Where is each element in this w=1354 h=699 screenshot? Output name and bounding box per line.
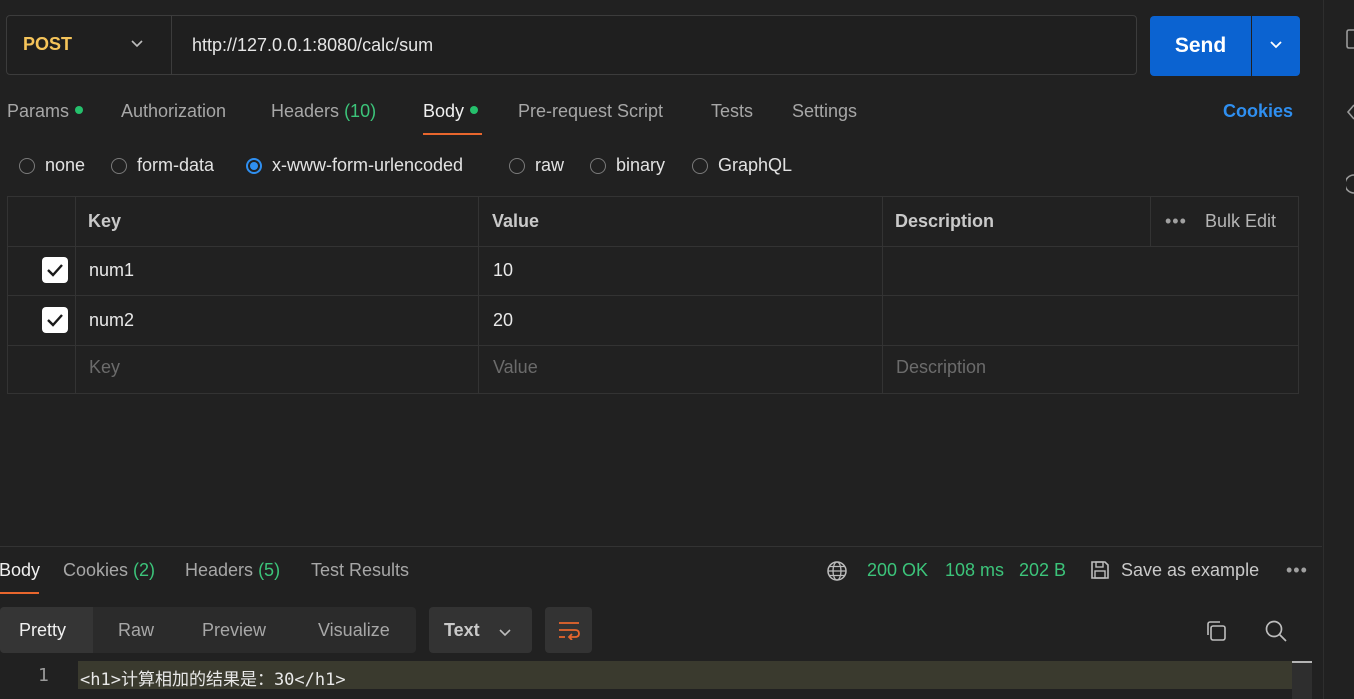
wrap-lines-button[interactable] xyxy=(545,607,592,653)
tab-headers[interactable]: Headers (10) xyxy=(271,101,376,122)
url-input[interactable]: http://127.0.0.1:8080/calc/sum xyxy=(192,35,433,56)
wrap-lines-icon xyxy=(558,622,580,640)
checkmark-icon xyxy=(47,314,63,327)
send-options-button[interactable] xyxy=(1252,16,1300,76)
view-visualize[interactable]: Visualize xyxy=(318,620,390,641)
row-checkbox[interactable] xyxy=(42,307,68,333)
description-placeholder[interactable]: Description xyxy=(896,357,986,378)
view-preview[interactable]: Preview xyxy=(202,620,266,641)
column-divider xyxy=(75,196,76,394)
table-divider xyxy=(7,246,1299,247)
row-key[interactable]: num2 xyxy=(89,310,134,331)
chevron-down-icon xyxy=(498,625,512,643)
column-divider xyxy=(1150,196,1151,246)
tab-label: Headers xyxy=(185,560,254,580)
response-divider xyxy=(0,546,1322,547)
cookies-count: (2) xyxy=(133,560,156,580)
column-header-description: Description xyxy=(895,211,995,231)
response-tab-body[interactable]: Body xyxy=(0,560,40,581)
url-bar xyxy=(6,15,1137,75)
more-options-icon[interactable]: ••• xyxy=(1286,560,1308,581)
tab-params[interactable]: Params xyxy=(7,101,84,122)
radio-circle-icon xyxy=(692,157,708,174)
active-dot-icon xyxy=(75,106,84,115)
tab-settings[interactable]: Settings xyxy=(792,101,857,122)
send-button[interactable]: Send xyxy=(1150,16,1251,76)
column-header-key: Key xyxy=(88,211,122,231)
radio-circle-icon xyxy=(509,157,525,174)
format-label: Text xyxy=(444,620,480,640)
radio-label: GraphQL xyxy=(718,155,793,175)
response-tab-test-results[interactable]: Test Results xyxy=(311,560,409,581)
response-tab-cookies[interactable]: Cookies (2) xyxy=(63,560,155,581)
radio-binary[interactable]: binary xyxy=(590,155,665,176)
scrollbar[interactable] xyxy=(1292,661,1312,699)
checkmark-icon xyxy=(47,264,63,277)
cookies-link[interactable]: Cookies xyxy=(1223,101,1293,122)
response-tab-headers[interactable]: Headers (5) xyxy=(185,560,280,581)
row-value[interactable]: 20 xyxy=(493,310,513,331)
column-header-value: Value xyxy=(492,211,540,231)
tab-label: Headers xyxy=(271,101,340,121)
radio-circle-icon xyxy=(111,157,127,174)
tab-authorization[interactable]: Authorization xyxy=(121,101,226,122)
column-divider xyxy=(478,196,479,394)
radio-graphql[interactable]: GraphQL xyxy=(692,155,792,176)
tab-label: Params xyxy=(7,101,70,121)
radio-circle-icon xyxy=(19,157,35,174)
active-dot-icon xyxy=(470,106,479,115)
url-divider xyxy=(171,16,172,74)
row-key[interactable]: num1 xyxy=(89,260,134,281)
info-icon[interactable] xyxy=(1344,173,1354,200)
tab-body[interactable]: Body xyxy=(423,101,479,122)
row-value[interactable]: 10 xyxy=(493,260,513,281)
active-tab-underline xyxy=(0,592,39,594)
method-select[interactable]: POST xyxy=(23,34,72,55)
table-divider xyxy=(7,295,1299,296)
radio-selected-icon xyxy=(246,157,262,174)
right-panel-divider xyxy=(1323,0,1324,699)
docs-icon[interactable] xyxy=(1346,28,1354,55)
radio-label: form-data xyxy=(137,155,215,175)
search-icon[interactable] xyxy=(1264,619,1288,648)
chevron-down-icon xyxy=(1269,37,1283,55)
view-pretty[interactable]: Pretty xyxy=(19,620,66,641)
headers-count: (10) xyxy=(344,101,377,121)
radio-label: raw xyxy=(535,155,565,175)
radio-label: none xyxy=(45,155,86,175)
key-placeholder[interactable]: Key xyxy=(89,357,120,378)
radio-none[interactable]: none xyxy=(19,155,85,176)
chevron-down-icon[interactable] xyxy=(130,36,144,54)
active-tab-underline xyxy=(423,133,482,135)
view-raw[interactable]: Raw xyxy=(118,620,154,641)
radio-label: binary xyxy=(616,155,666,175)
more-options-icon[interactable]: ••• xyxy=(1165,211,1187,232)
comments-icon[interactable] xyxy=(1346,102,1354,127)
headers-count: (5) xyxy=(258,560,281,580)
save-icon xyxy=(1089,559,1111,586)
radio-urlencoded[interactable]: x-www-form-urlencoded xyxy=(246,155,463,176)
tab-prerequest[interactable]: Pre-request Script xyxy=(518,101,663,122)
line-number: 1 xyxy=(38,665,49,686)
status-code[interactable]: 200 OK xyxy=(867,560,928,581)
row-checkbox[interactable] xyxy=(42,257,68,283)
radio-form-data[interactable]: form-data xyxy=(111,155,214,176)
tab-label: Body xyxy=(423,101,465,121)
value-placeholder[interactable]: Value xyxy=(493,357,538,378)
table-divider xyxy=(7,345,1299,346)
save-as-example-button[interactable]: Save as example xyxy=(1121,560,1259,581)
response-body-line[interactable]: <h1>计算相加的结果是：30</h1> xyxy=(80,665,346,690)
response-time[interactable]: 108 ms xyxy=(945,560,1004,581)
radio-label: x-www-form-urlencoded xyxy=(272,155,464,175)
radio-circle-icon xyxy=(590,157,606,174)
copy-icon[interactable] xyxy=(1204,619,1228,648)
globe-icon[interactable] xyxy=(826,560,848,587)
radio-raw[interactable]: raw xyxy=(509,155,564,176)
tab-tests[interactable]: Tests xyxy=(711,101,753,122)
response-size[interactable]: 202 B xyxy=(1019,560,1066,581)
bulk-edit-button[interactable]: Bulk Edit xyxy=(1205,211,1276,232)
tab-label: Cookies xyxy=(63,560,129,580)
column-divider xyxy=(882,196,883,394)
